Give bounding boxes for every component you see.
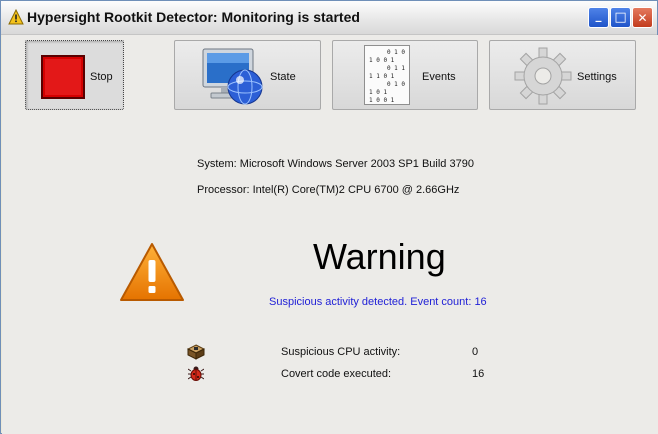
warning-message: Suspicious activity detected. Event coun…: [269, 296, 487, 308]
stop-icon: [41, 55, 85, 99]
app-window: Hypersight Rootkit Detector: Monitoring …: [0, 0, 658, 434]
title-bar[interactable]: Hypersight Rootkit Detector: Monitoring …: [1, 1, 657, 35]
binary-line: 0 1 0: [386, 49, 405, 56]
client-area: Stop State 0 1 0 1 0 0 1 0 1 1 1 1 0 1 0…: [2, 35, 658, 434]
binary-log-icon: 0 1 0 1 0 0 1 0 1 1 1 1 0 1 0 1 0 1 0 1 …: [364, 45, 410, 105]
state-button[interactable]: State: [174, 40, 321, 110]
state-label: State: [270, 71, 296, 83]
monitor-network-icon: [202, 48, 263, 105]
maximize-button[interactable]: □: [610, 7, 631, 28]
covert-code-value: 16: [472, 368, 485, 380]
settings-label: Settings: [577, 71, 617, 83]
binary-line: 1 0 0 1: [369, 57, 395, 64]
app-warning-icon: [8, 9, 24, 25]
events-label: Events: [422, 71, 456, 83]
minimize-button[interactable]: _: [588, 7, 609, 28]
binary-line: 0 1 1: [386, 65, 405, 72]
close-button[interactable]: ✕: [632, 7, 653, 28]
settings-button[interactable]: Settings: [489, 40, 636, 110]
window-title: Hypersight Rootkit Detector: Monitoring …: [27, 9, 360, 25]
minimize-icon: _: [595, 7, 602, 22]
system-info: System: Microsoft Windows Server 2003 SP…: [197, 158, 474, 170]
binary-line: 1 0 1: [369, 89, 388, 96]
binary-line: 1 0 0 1: [369, 97, 395, 104]
binary-line: 1 1 0 1: [369, 73, 395, 80]
cpu-chip-icon: [187, 344, 205, 360]
warning-triangle-icon: [120, 243, 184, 301]
cpu-activity-value: 0: [472, 346, 479, 358]
stop-button[interactable]: Stop: [25, 40, 124, 110]
warning-title: Warning: [313, 236, 446, 277]
binary-line: 0 1 0: [386, 81, 405, 88]
close-icon: ✕: [637, 10, 648, 25]
gear-icon: [514, 47, 572, 105]
bug-icon: [188, 366, 204, 381]
events-button[interactable]: 0 1 0 1 0 0 1 0 1 1 1 1 0 1 0 1 0 1 0 1 …: [332, 40, 478, 110]
cpu-activity-label: Suspicious CPU activity:: [281, 346, 401, 358]
maximize-icon: □: [614, 10, 627, 25]
processor-info: Processor: Intel(R) Core(TM)2 CPU 6700 @…: [197, 184, 460, 196]
covert-code-label: Covert code executed:: [281, 368, 392, 380]
stop-label: Stop: [90, 71, 113, 83]
